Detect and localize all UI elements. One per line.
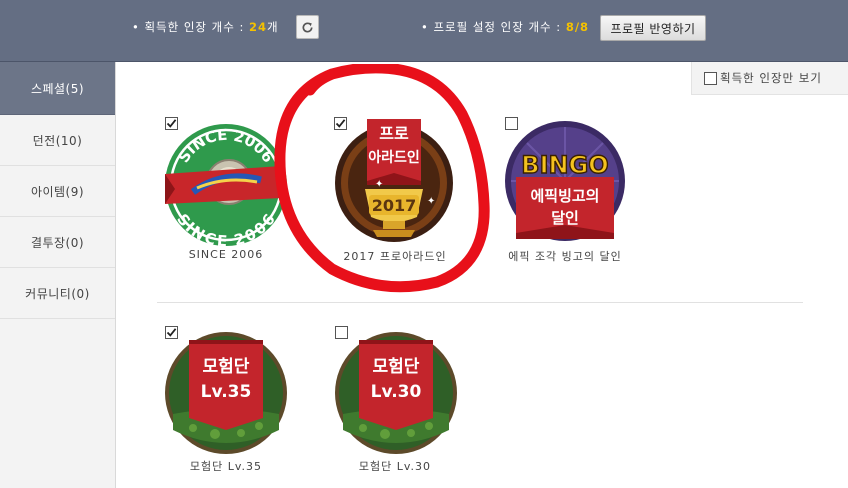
- filter-checkbox[interactable]: [704, 71, 717, 85]
- acquired-seal-count: • 획득한 인장 개수 : 24개: [132, 19, 279, 35]
- row-divider: [157, 302, 803, 303]
- acquired-count-label: • 획득한 인장 개수 :: [132, 20, 249, 34]
- badge-label-adventure-lv30: 모험단 Lv.30: [358, 460, 432, 473]
- acquired-only-filter[interactable]: 획득한 인장만 보기: [691, 62, 848, 95]
- sidebar-item-item[interactable]: 아이템(9): [0, 166, 115, 217]
- refresh-button[interactable]: [296, 15, 319, 39]
- profile-count-value: 8/8: [565, 20, 590, 34]
- adventure-lv30-seal-icon[interactable]: 모험단 Lv.30: [333, 330, 459, 456]
- red-highlight-annotation: [274, 64, 490, 293]
- sidebar-item-arena[interactable]: 결투장(0): [0, 217, 115, 268]
- sidebar-item-community[interactable]: 커뮤니티(0): [0, 268, 115, 319]
- adventure-text: 모험단: [373, 356, 420, 377]
- epic-bingo-seal-icon[interactable]: BINGO 에픽빙고의 달인: [502, 117, 628, 243]
- adventure-text: 모험단: [203, 356, 250, 377]
- refresh-icon: [302, 22, 313, 33]
- sidebar-item-dungeon[interactable]: 던전(10): [0, 115, 115, 166]
- bingo-title-text: BINGO: [521, 151, 608, 179]
- bingo-line2-text: 달인: [551, 209, 579, 227]
- level-text: Lv.30: [371, 382, 422, 402]
- profile-count-label: • 프로필 설정 인장 개수 :: [421, 20, 566, 34]
- apply-profile-button[interactable]: 프로필 반영하기: [600, 15, 706, 41]
- acquired-count-unit: 개: [267, 20, 279, 34]
- profile-seal-count: • 프로필 설정 인장 개수 : 8/8: [421, 19, 589, 35]
- header-bar: • 획득한 인장 개수 : 24개 • 프로필 설정 인장 개수 : 8/8 프…: [0, 0, 848, 62]
- badge-label-adventure-lv35: 모험단 Lv.35: [189, 460, 263, 473]
- adventure-lv35-seal-icon[interactable]: 모험단 Lv.35: [163, 330, 289, 456]
- bingo-line1-text: 에픽빙고의: [530, 187, 599, 205]
- level-text: Lv.35: [201, 382, 252, 402]
- badge-label-bingo: 에픽 조각 빙고의 달인: [508, 250, 622, 263]
- category-sidebar: 스페셜(5) 던전(10) 아이템(9) 결투장(0) 커뮤니티(0): [0, 62, 116, 488]
- filter-label: 획득한 인장만 보기: [720, 71, 822, 85]
- sidebar-item-special[interactable]: 스페셜(5): [0, 62, 115, 115]
- acquired-count-value: 24: [249, 20, 268, 34]
